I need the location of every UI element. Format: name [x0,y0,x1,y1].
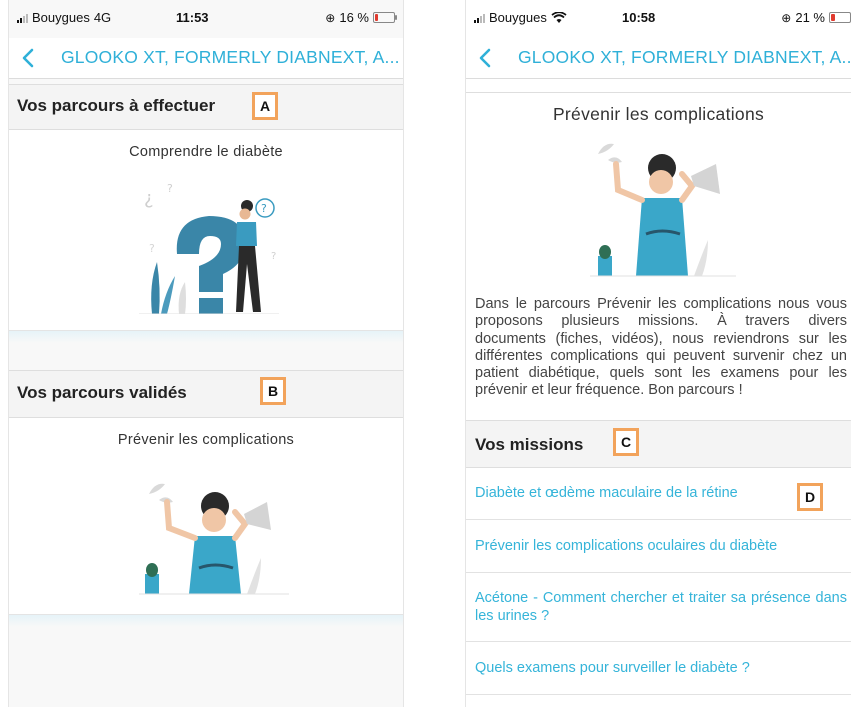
annotation-badge-a: A [252,92,278,120]
course-card-prevenir[interactable]: Prévenir les complications [9,418,403,615]
svg-text:?: ? [261,202,267,215]
content-top-divider [466,92,851,93]
svg-text:¿: ¿ [144,188,154,209]
woman-megaphone-illustration [590,143,736,277]
mission-item[interactable]: Acétone - Comment chercher et traiter sa… [466,574,851,642]
section-heading-text: Vos parcours validés [17,383,187,402]
svg-text:?: ? [271,251,276,262]
section-heading-text: Vos missions [475,435,584,454]
section-heading-todo: Vos parcours à effectuer [9,84,403,130]
course-card-title: Prévenir les complications [117,432,295,448]
nav-bar: GLOOKO XT, FORMERLY DIABNEXT, A... [9,38,403,79]
battery-level [375,14,378,21]
mission-item[interactable]: Quels examens pour surveiller le diabète… [466,643,851,695]
nav-title: GLOOKO XT, FORMERLY DIABNEXT, A... [518,47,851,67]
svg-text:?: ? [167,182,173,195]
battery-percent: 21 % [795,10,825,25]
carrier-name: Bouygues [32,10,90,25]
status-time: 11:53 [176,10,209,25]
annotation-badge-b: B [260,377,286,405]
woman-megaphone-illustration [139,483,289,595]
wifi-icon [551,11,567,23]
card-divider [9,331,403,343]
left-screen: Bouygues 4G 11:53 ⊕ 16 % GLOOKO XT, FORM… [8,0,404,707]
course-card-title: Comprendre le diabète [129,144,283,160]
course-title: Prévenir les complications [552,104,765,124]
card-divider [9,615,403,627]
chevron-left-icon[interactable] [15,44,43,72]
section-heading-missions: Vos missions [466,420,851,468]
chevron-left-icon[interactable] [472,44,500,72]
course-description: Dans le parcours Prévenir les complicati… [475,296,847,399]
mission-item[interactable]: Prévenir les complications oculaires du … [466,521,851,573]
annotation-badge-c: C [613,428,639,456]
orientation-lock-icon: ⊕ [325,10,336,25]
carrier-info: Bouygues [474,10,567,25]
signal-icon [474,13,485,23]
network-type: 4G [93,10,112,25]
nav-bar: GLOOKO XT, FORMERLY DIABNEXT, A... [466,38,851,79]
right-screen: Bouygues 10:58 ⊕ 21 % GLOOKO XT, FORMERL… [465,0,851,707]
carrier-info: Bouygues 4G [17,10,111,25]
battery-info: ⊕ 16 % [325,10,397,25]
signal-icon [17,13,28,23]
battery-icon [373,12,397,23]
status-bar: Bouygues 10:58 ⊕ 21 % [466,0,851,34]
status-bar: Bouygues 4G 11:53 ⊕ 16 % [9,0,403,34]
mission-label: Acétone - Comment chercher et traiter sa… [475,590,847,624]
mission-label: Quels examens pour surveiller le diabète… [475,660,750,676]
nav-title: GLOOKO XT, FORMERLY DIABNEXT, A... [61,47,400,67]
battery-info: ⊕ 21 % [781,10,851,25]
question-mark-person-illustration: ¿ ? ? ? ? [139,182,279,314]
section-heading-text: Vos parcours à effectuer [17,96,216,115]
mission-item[interactable]: Diabète et œdème maculaire de la rétine [466,468,851,520]
battery-icon [829,12,851,23]
course-card-comprendre[interactable]: Comprendre le diabète ¿ ? ? ? ? [9,130,403,331]
battery-level [831,14,835,21]
annotation-badge-d: D [797,483,823,511]
orientation-lock-icon: ⊕ [781,10,792,25]
carrier-name: Bouygues [489,10,547,25]
section-heading-validated: Vos parcours validés [9,370,403,418]
mission-label: Prévenir les complications oculaires du … [475,538,778,554]
battery-percent: 16 % [339,10,369,25]
status-time: 10:58 [622,10,656,25]
mission-label: Diabète et œdème maculaire de la rétine [475,485,738,501]
svg-text:?: ? [149,242,155,255]
